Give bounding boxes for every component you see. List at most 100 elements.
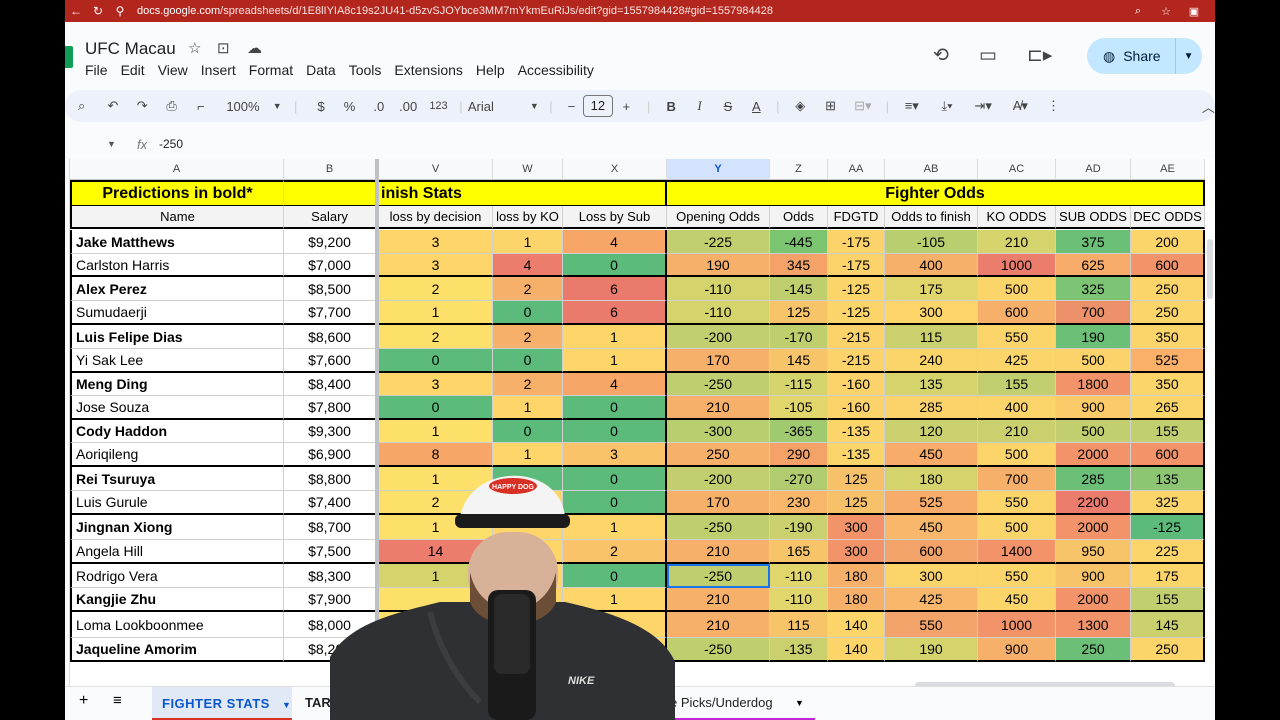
paint-format-icon[interactable]: ⌐ bbox=[186, 99, 215, 114]
stat-cell-z[interactable]: 145 bbox=[770, 349, 828, 373]
menu-data[interactable]: Data bbox=[306, 62, 342, 78]
stat-cell-aa[interactable]: -175 bbox=[828, 254, 885, 277]
meet-icon[interactable]: ⊏▸ bbox=[1027, 44, 1052, 67]
site-info-icon[interactable]: ⚲ bbox=[109, 4, 131, 18]
reload-icon[interactable]: ↻ bbox=[87, 4, 109, 18]
stat-cell-ad[interactable]: 500 bbox=[1056, 420, 1131, 443]
fighter-name-cell[interactable]: Aoriqileng bbox=[70, 443, 284, 467]
menu-edit[interactable]: Edit bbox=[121, 62, 151, 78]
stat-cell-aa[interactable]: -160 bbox=[828, 396, 885, 420]
zoom-select[interactable]: 100% bbox=[216, 99, 271, 114]
stat-cell-ae[interactable]: 155 bbox=[1131, 588, 1205, 612]
version-history-icon[interactable]: ⟲ bbox=[933, 44, 949, 67]
stat-cell-ae[interactable]: 225 bbox=[1131, 540, 1205, 564]
stat-cell-z[interactable]: -445 bbox=[770, 230, 828, 254]
stat-cell-ae[interactable]: 250 bbox=[1131, 277, 1205, 301]
stat-cell-v[interactable]: 0 bbox=[379, 349, 493, 373]
stat-cell-aa[interactable]: -135 bbox=[828, 443, 885, 467]
fighter-name-cell[interactable]: Luis Gurule bbox=[70, 491, 284, 515]
subheader-loss-by-ko[interactable]: loss by KO bbox=[493, 206, 563, 229]
stat-cell-ac[interactable]: 600 bbox=[978, 301, 1056, 325]
stat-cell-ae[interactable]: 155 bbox=[1131, 420, 1205, 443]
stat-cell-ab[interactable]: 120 bbox=[885, 420, 978, 443]
stat-cell-z[interactable]: -135 bbox=[770, 638, 828, 662]
stat-cell-x[interactable]: 0 bbox=[563, 420, 667, 443]
add-sheet-icon[interactable]: + bbox=[79, 692, 88, 710]
subheader-odds[interactable]: Odds bbox=[770, 206, 828, 229]
font-size-input[interactable]: 12 bbox=[583, 95, 613, 117]
stat-cell-y[interactable]: -200 bbox=[667, 467, 770, 491]
column-header-ad[interactable]: AD bbox=[1056, 159, 1131, 180]
menu-view[interactable]: View bbox=[158, 62, 194, 78]
stat-cell-aa[interactable]: 125 bbox=[828, 491, 885, 515]
stat-cell-ac[interactable]: 155 bbox=[978, 373, 1056, 396]
collapse-toolbar-icon[interactable]: ︿ bbox=[1068, 97, 1215, 116]
stat-cell-ac[interactable]: 550 bbox=[978, 491, 1056, 515]
stat-cell-v[interactable]: 2 bbox=[379, 325, 493, 349]
browser-back-icon[interactable]: ← bbox=[65, 4, 87, 18]
tab-chevron-icon[interactable]: ▼ bbox=[282, 700, 291, 710]
menu-insert[interactable]: Insert bbox=[201, 62, 242, 78]
font-chevron-icon[interactable]: ▼ bbox=[527, 101, 543, 111]
salary-cell[interactable]: $9,200 bbox=[284, 230, 376, 254]
stat-cell-aa[interactable]: 125 bbox=[828, 467, 885, 491]
stat-cell-z[interactable]: -110 bbox=[770, 564, 828, 588]
vertical-scrollbar[interactable] bbox=[1207, 239, 1213, 299]
tab-chevron-icon[interactable]: ▼ bbox=[795, 698, 804, 708]
stat-cell-ab[interactable]: 240 bbox=[885, 349, 978, 373]
stat-cell-z[interactable]: -170 bbox=[770, 325, 828, 349]
stat-cell-z[interactable]: -110 bbox=[770, 588, 828, 612]
text-wrapping-icon[interactable]: ⇥▾ bbox=[965, 98, 1002, 114]
stat-cell-ad[interactable]: 900 bbox=[1056, 564, 1131, 588]
bookmark-star-icon[interactable]: ☆ bbox=[1157, 5, 1175, 18]
search-menus-icon[interactable]: ⌕ bbox=[65, 98, 98, 114]
stat-cell-ad[interactable]: 250 bbox=[1056, 638, 1131, 662]
fighter-name-cell[interactable]: Yi Sak Lee bbox=[70, 349, 284, 373]
fighter-name-cell[interactable]: Rodrigo Vera bbox=[70, 564, 284, 588]
stat-cell-ac[interactable]: 500 bbox=[978, 443, 1056, 467]
stat-cell-x[interactable]: 0 bbox=[563, 396, 667, 420]
font-select[interactable]: Arial bbox=[468, 99, 527, 114]
stat-cell-y[interactable]: -250 bbox=[667, 515, 770, 540]
stat-cell-ad[interactable]: 190 bbox=[1056, 325, 1131, 349]
subheader-odds-to-finish[interactable]: Odds to finish bbox=[885, 206, 978, 229]
stat-cell-ab[interactable]: 175 bbox=[885, 277, 978, 301]
text-rotation-icon[interactable]: A̸▾ bbox=[1002, 98, 1039, 114]
stat-cell-ad[interactable]: 500 bbox=[1056, 349, 1131, 373]
column-header-b[interactable]: B bbox=[284, 159, 376, 180]
stat-cell-ab[interactable]: 190 bbox=[885, 638, 978, 662]
text-color-button[interactable]: A bbox=[742, 99, 771, 114]
menu-file[interactable]: File bbox=[85, 62, 114, 78]
stat-cell-ac[interactable]: 425 bbox=[978, 349, 1056, 373]
stat-cell-y[interactable]: -250 bbox=[667, 638, 770, 662]
stat-cell-z[interactable]: 165 bbox=[770, 540, 828, 564]
salary-cell[interactable]: $9,300 bbox=[284, 420, 376, 443]
name-box-chevron-icon[interactable]: ▼ bbox=[107, 139, 116, 149]
menu-extensions[interactable]: Extensions bbox=[394, 62, 468, 78]
fighter-name-cell[interactable]: Alex Perez bbox=[70, 277, 284, 301]
stat-cell-y[interactable]: -200 bbox=[667, 325, 770, 349]
menu-format[interactable]: Format bbox=[249, 62, 299, 78]
stat-cell-ab[interactable]: 115 bbox=[885, 325, 978, 349]
stat-cell-ab[interactable]: 425 bbox=[885, 588, 978, 612]
stat-cell-z[interactable]: -365 bbox=[770, 420, 828, 443]
stat-cell-ac[interactable]: 900 bbox=[978, 638, 1056, 662]
stat-cell-aa[interactable]: -215 bbox=[828, 349, 885, 373]
stat-cell-ac[interactable]: 500 bbox=[978, 277, 1056, 301]
stat-cell-ae[interactable]: 175 bbox=[1131, 564, 1205, 588]
stat-cell-ac[interactable]: 500 bbox=[978, 515, 1056, 540]
fighter-name-cell[interactable]: Rei Tsuruya bbox=[70, 467, 284, 491]
sheet-tab-picks-underdog[interactable]: e Picks/Underdog bbox=[670, 695, 773, 710]
stat-cell-y[interactable]: -225 bbox=[667, 230, 770, 254]
fighter-odds-header[interactable]: Fighter Odds bbox=[667, 180, 1205, 206]
stat-cell-z[interactable]: -105 bbox=[770, 396, 828, 420]
stat-cell-ae[interactable]: 600 bbox=[1131, 254, 1205, 277]
stat-cell-ab[interactable]: 300 bbox=[885, 564, 978, 588]
stat-cell-w[interactable]: 1 bbox=[493, 396, 563, 420]
stat-cell-v[interactable]: 1 bbox=[379, 420, 493, 443]
more-options-icon[interactable]: ⋮ bbox=[1039, 98, 1068, 114]
salary-cell[interactable]: $8,400 bbox=[284, 373, 376, 396]
subheader-salary[interactable]: Salary bbox=[284, 206, 376, 229]
column-header-y[interactable]: Y bbox=[667, 159, 770, 180]
salary-cell[interactable]: $8,500 bbox=[284, 277, 376, 301]
